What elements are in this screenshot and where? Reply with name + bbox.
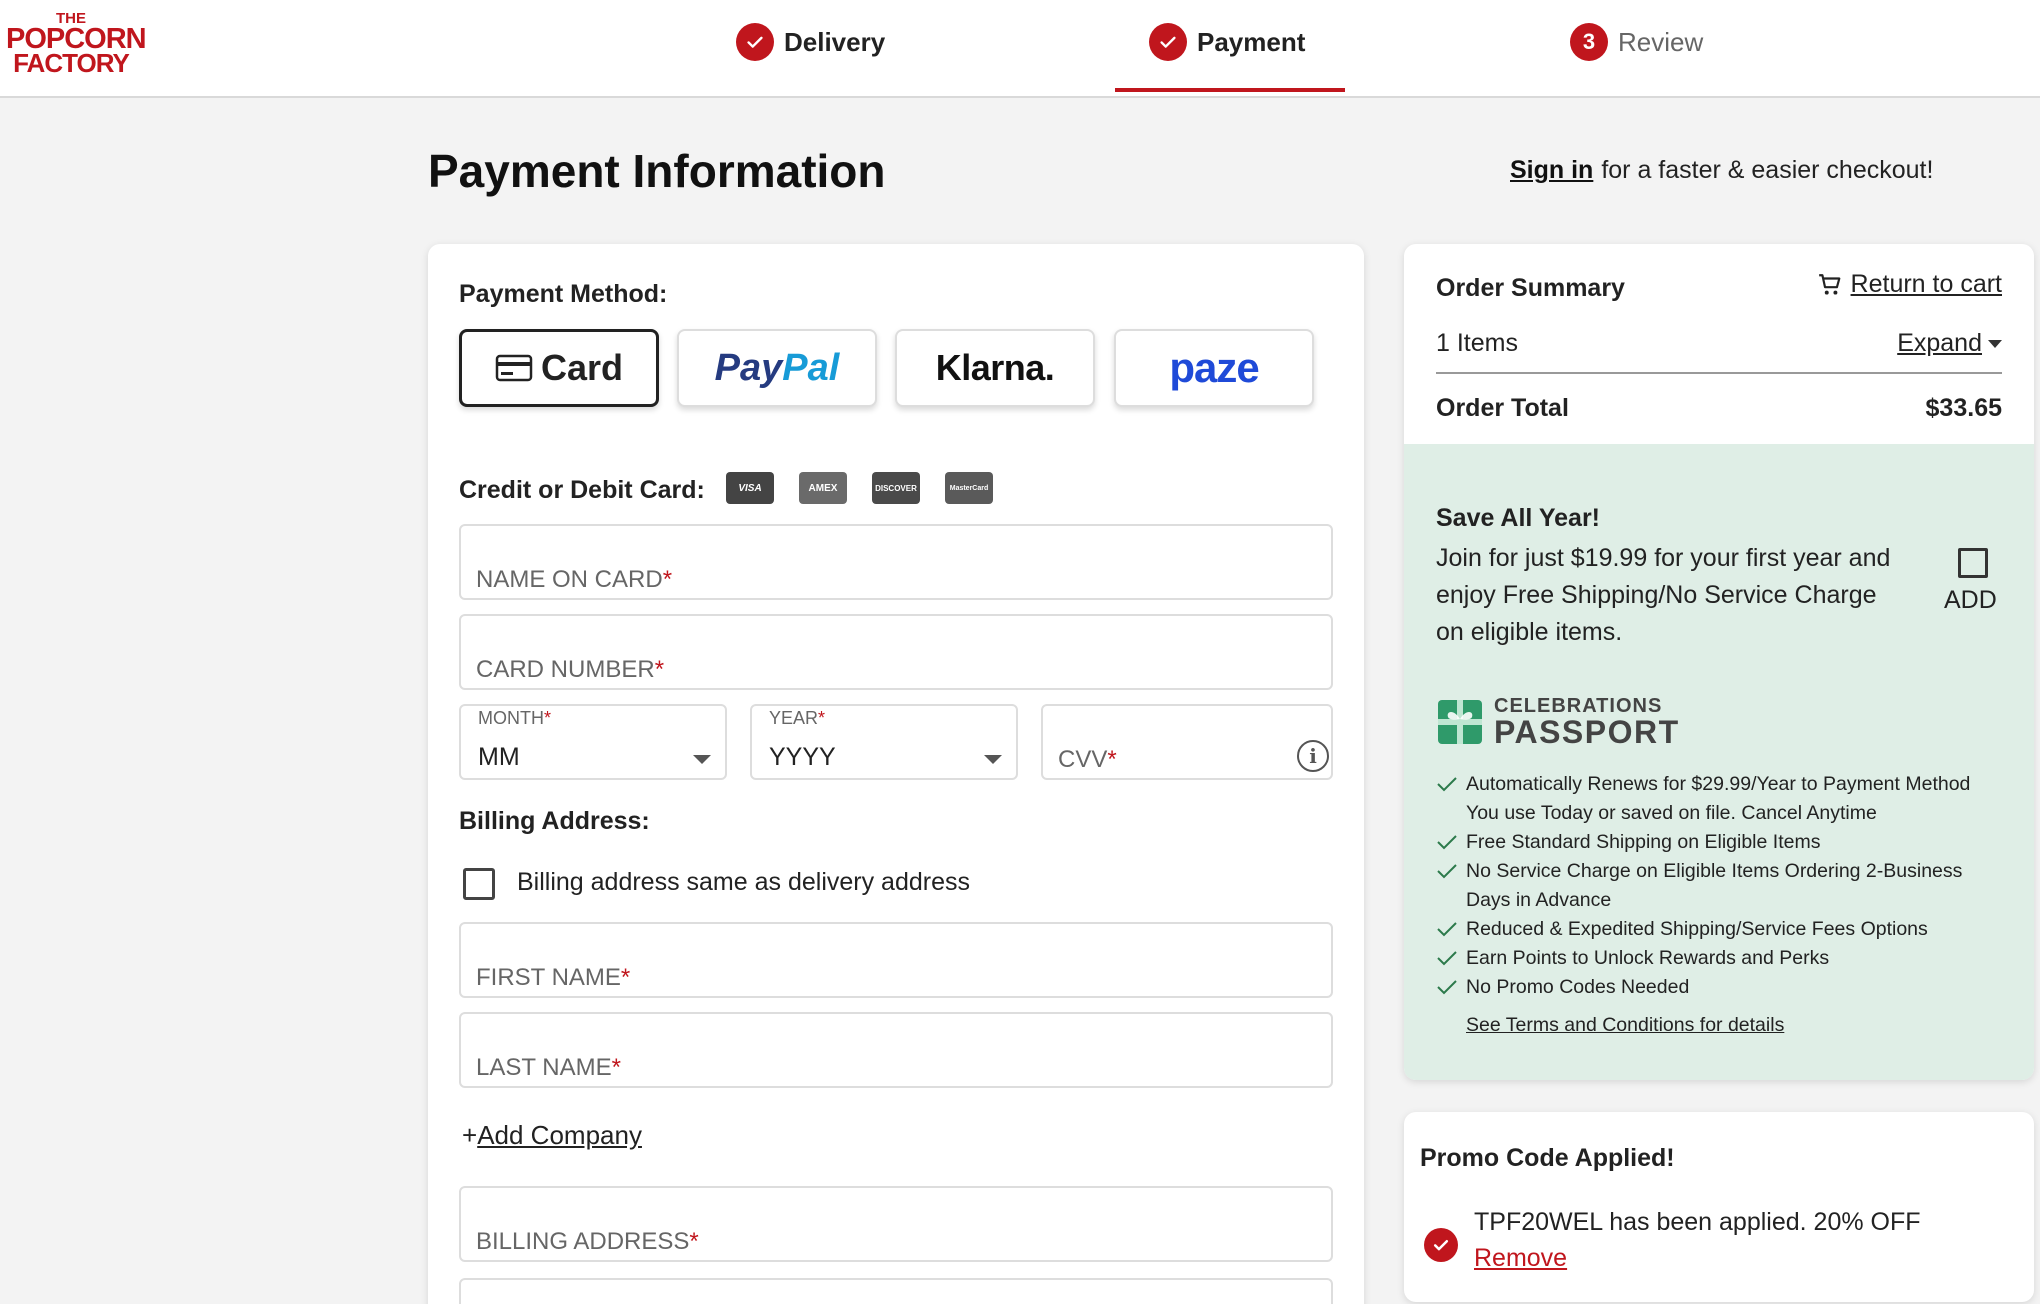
passport-description: Join for just $19.99 for your first year… [1436,544,1891,646]
passport-benefits-list: Automatically Renews for $29.99/Year to … [1436,770,2006,1002]
promo-title: Promo Code Applied! [1420,1144,1675,1172]
promo-code-panel: Promo Code Applied! TPF20WEL has been ap… [1404,1112,2034,1302]
visa-icon: VISA [726,472,774,504]
caret-down-icon [1988,339,2002,348]
order-summary-panel: Order Summary Return to cart 1 Items Exp… [1404,244,2034,1080]
order-total-value: $33.65 [1925,394,2002,422]
info-icon[interactable]: i [1297,740,1329,772]
list-item: Earn Points to Unlock Rewards and Perks [1436,944,2006,973]
passport-title: Save All Year! [1436,504,1601,532]
chevron-down-icon [984,755,1002,764]
check-icon [1424,1228,1458,1262]
divider [1436,372,2002,374]
card-method-button[interactable]: Card [459,329,659,407]
list-item: Free Standard Shipping on Eligible Items [1436,828,2006,857]
add-company-link[interactable]: +Add Company [462,1120,642,1151]
step-payment[interactable]: Payment [1149,22,1305,62]
signin-prompt: Sign in for a faster & easier checkout! [1510,156,1933,185]
step-review[interactable]: 3 Review [1570,22,1703,62]
sign-in-link[interactable]: Sign in [1510,156,1593,184]
check-icon [1437,980,1457,995]
checkout-header: THE POPCORN FACTORY Delivery Payment 3 R… [0,0,2040,98]
year-select[interactable]: YEAR* YYYY [750,704,1018,780]
check-icon [736,23,774,61]
order-total-label: Order Total [1436,394,1569,422]
paypal-logo: PayPal [714,346,840,389]
gift-icon [1438,700,1482,744]
step-label: Review [1618,26,1704,57]
step-delivery[interactable]: Delivery [736,22,885,62]
promo-message: TPF20WEL has been applied. 20% OFF [1474,1208,1921,1236]
check-icon [1149,23,1187,61]
cvv-field[interactable]: CVV* i [1041,704,1333,780]
passport-add-checkbox[interactable] [1958,548,1988,578]
check-icon [1437,864,1457,879]
klarna-logo: Klarna. [935,347,1055,388]
month-select[interactable]: MONTH* MM [459,704,727,780]
credit-card-label: Credit or Debit Card: [459,476,705,504]
billing-address-field[interactable]: BILLING ADDRESS* [459,1186,1333,1262]
remove-promo-link[interactable]: Remove [1474,1244,1567,1273]
return-to-cart-link[interactable]: Return to cart [1817,270,2002,299]
plus-icon: + [462,1120,478,1150]
step-number: 3 [1570,23,1608,61]
check-icon [1437,922,1457,937]
check-icon [1437,951,1457,966]
list-item: Automatically Renews for $29.99/Year to … [1436,770,2006,828]
mastercard-icon: MasterCard [945,472,993,504]
passport-add-label[interactable]: ADD [1944,586,1997,615]
first-name-field[interactable]: FIRST NAME* [459,922,1333,998]
order-summary-title: Order Summary [1436,274,1625,302]
chevron-down-icon [693,755,711,764]
paze-logo: paze [1169,344,1259,391]
signin-text: for a faster & easier checkout! [1601,156,1934,184]
billing-address-label: Billing Address: [459,807,650,835]
check-icon [1437,777,1457,792]
check-icon [1437,835,1457,850]
credit-card-icon [495,354,533,382]
cart-icon [1818,273,1840,295]
step-label: Delivery [784,26,886,57]
terms-link[interactable]: See Terms and Conditions for details [1466,1014,1784,1037]
last-name-field[interactable]: LAST NAME* [459,1012,1333,1088]
celebrations-passport-offer: Save All Year! Join for just $19.99 for … [1404,444,2034,1080]
items-count: 1 Items [1436,329,1518,357]
paze-method-button[interactable]: paze [1114,329,1314,407]
same-as-delivery-label[interactable]: Billing address same as delivery address [517,868,970,897]
expand-toggle[interactable]: Expand [1897,329,2002,358]
list-item: Reduced & Expedited Shipping/Service Fee… [1436,915,2006,944]
billing-address-line2-field[interactable] [459,1278,1333,1304]
paypal-method-button[interactable]: PayPal [677,329,877,407]
list-item: No Promo Codes Needed [1436,973,2006,1002]
step-label: Payment [1197,26,1306,57]
payment-form-panel: Payment Method: Card PayPal Klarna. paze… [428,244,1364,1304]
discover-icon: DISCOVER [872,472,920,504]
klarna-method-button[interactable]: Klarna. [895,329,1095,407]
same-as-delivery-checkbox[interactable] [463,868,495,900]
card-number-field[interactable]: CARD NUMBER* [459,614,1333,690]
payment-method-label: Payment Method: [459,280,668,308]
amex-icon: AMEX [799,472,847,504]
active-step-indicator [1115,88,1345,92]
name-on-card-field[interactable]: NAME ON CARD* [459,524,1333,600]
celebrations-passport-logo: CELEBRATIONS PASSPORT [1436,696,1680,748]
popcorn-factory-logo[interactable]: THE POPCORN FACTORY [6,11,147,76]
page-title: Payment Information [428,145,886,197]
list-item: No Service Charge on Eligible Items Orde… [1436,857,2006,915]
